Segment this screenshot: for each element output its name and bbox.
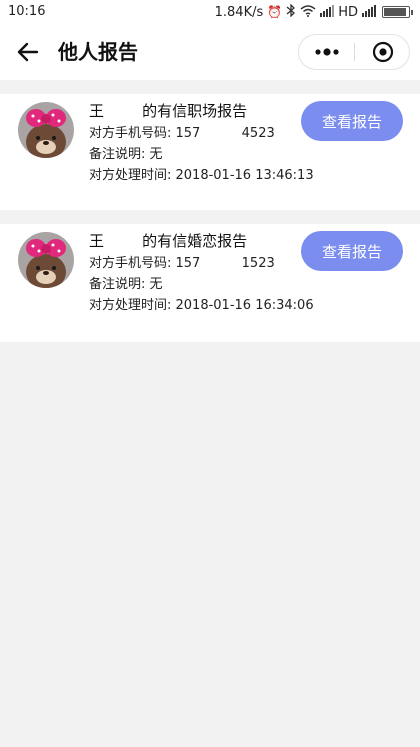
remark-value: 无 [149, 277, 163, 292]
report-card: 王 的有信职场报告 对方手机号码: 157 4523 备注说明: 无 对方处理时… [0, 94, 420, 210]
page-title: 他人报告 [58, 40, 138, 64]
view-report-button[interactable]: 查看报告 [301, 231, 403, 271]
time-value: 2018-01-16 16:34:06 [175, 298, 314, 313]
alarm-icon: ⏰ [267, 5, 283, 19]
time-label: 对方处理时间: [89, 168, 176, 183]
close-button[interactable] [355, 35, 410, 69]
phone-label: 对方手机号码: [89, 126, 176, 141]
signal-icon [320, 4, 335, 20]
back-button[interactable] [14, 38, 42, 66]
clock: 10:16 [8, 4, 46, 19]
more-button[interactable] [299, 35, 354, 69]
time-line: 对方处理时间: 2018-01-16 16:34:06 [89, 297, 314, 315]
remark-value: 无 [149, 147, 163, 162]
signal-icon-2 [362, 4, 376, 20]
network-speed: 1.84K/s [214, 4, 264, 20]
report-info: 王 的有信职场报告 对方手机号码: 157 4523 备注说明: 无 对方处理时… [89, 100, 314, 185]
time-value: 2018-01-16 13:46:13 [175, 168, 314, 183]
status-bar: 10:16 1.84K/s ⏰ HD [0, 0, 420, 24]
status-icons: 1.84K/s ⏰ HD [214, 3, 413, 20]
report-card: 王 的有信婚恋报告 对方手机号码: 157 1523 备注说明: 无 对方处理时… [0, 224, 420, 342]
nav-bar: 他人报告 [0, 24, 420, 80]
bear-avatar-icon [18, 232, 74, 288]
remark-line: 备注说明: 无 [89, 276, 304, 294]
time-label: 对方处理时间: [89, 298, 176, 313]
view-report-button[interactable]: 查看报告 [301, 101, 403, 141]
mini-program-capsule [298, 34, 410, 70]
more-dots-icon [314, 48, 339, 56]
target-close-icon [372, 41, 393, 63]
back-arrow-icon [17, 42, 39, 62]
remark-line: 备注说明: 无 [89, 146, 304, 164]
remark-label: 备注说明: [89, 147, 150, 162]
phone-line: 对方手机号码: 157 1523 [89, 255, 304, 273]
remark-label: 备注说明: [89, 277, 150, 292]
phone-label: 对方手机号码: [89, 256, 176, 271]
phone-value: 157 4523 [175, 126, 275, 141]
avatar [18, 232, 74, 288]
time-line: 对方处理时间: 2018-01-16 13:46:13 [89, 167, 314, 185]
avatar [18, 102, 74, 158]
phone-value: 157 1523 [175, 256, 275, 271]
phone-line: 对方手机号码: 157 4523 [89, 125, 304, 143]
network-type: HD [338, 4, 358, 20]
bluetooth-icon [286, 3, 296, 20]
battery-icon [382, 6, 413, 18]
bear-avatar-icon [18, 102, 74, 158]
wifi-icon [300, 4, 316, 20]
report-list: 王 的有信职场报告 对方手机号码: 157 4523 备注说明: 无 对方处理时… [0, 94, 420, 356]
report-title: 王 的有信职场报告 [89, 102, 248, 120]
report-title: 王 的有信婚恋报告 [89, 232, 248, 250]
report-info: 王 的有信婚恋报告 对方手机号码: 157 1523 备注说明: 无 对方处理时… [89, 230, 314, 315]
